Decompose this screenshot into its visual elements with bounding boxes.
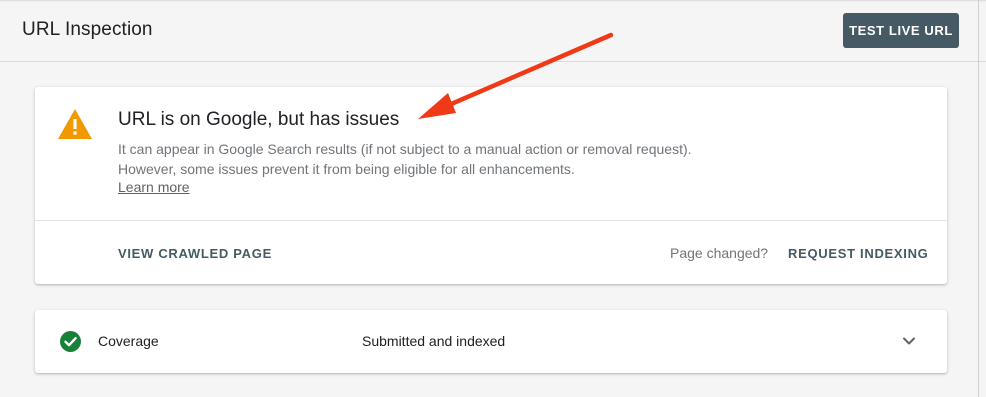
top-shadow [0,0,986,2]
status-description: It can appear in Google Search results (… [118,141,692,177]
right-edge-divider [978,0,979,397]
index-status-card: URL is on Google, but has issues It can … [35,87,947,284]
warning-triangle-icon [58,109,92,139]
test-live-url-button[interactable]: TEST LIVE URL [843,13,959,48]
check-circle-icon [60,331,81,352]
request-indexing-button[interactable]: REQUEST INDEXING [788,246,929,261]
coverage-row[interactable]: Coverage Submitted and indexed [35,310,947,373]
url-inspection-page: URL Inspection TEST LIVE URL URL is on G… [0,0,986,397]
page-changed-label: Page changed? [670,245,769,261]
learn-more-link[interactable]: Learn more [118,179,190,195]
card-divider [35,220,947,221]
coverage-label: Coverage [98,333,159,349]
view-crawled-page-button[interactable]: VIEW CRAWLED PAGE [118,246,272,261]
page-title: URL Inspection [22,19,153,40]
chevron-down-icon[interactable] [901,333,917,349]
status-title: URL is on Google, but has issues [118,109,400,130]
coverage-value: Submitted and indexed [362,333,506,349]
page-header: URL Inspection TEST LIVE URL [0,0,986,62]
